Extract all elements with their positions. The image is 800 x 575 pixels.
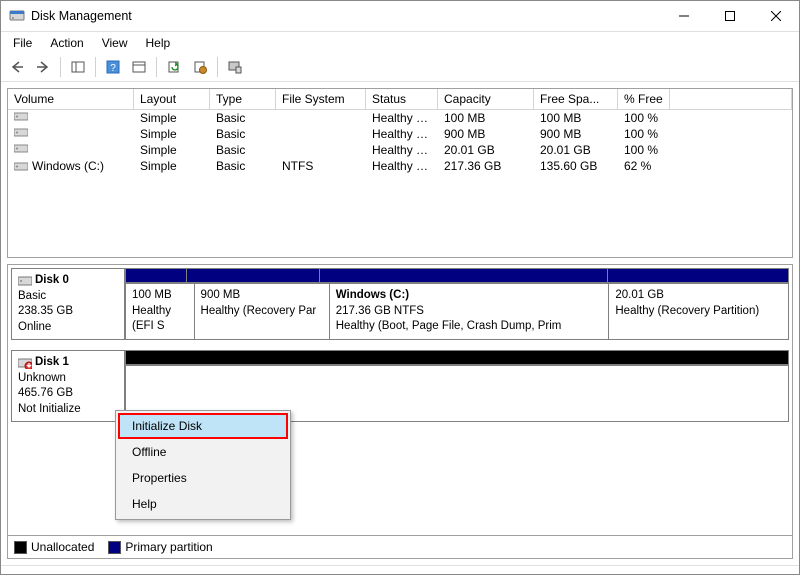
computer-icon (228, 60, 242, 74)
ctx-help[interactable]: Help (118, 491, 288, 517)
menu-view[interactable]: View (94, 34, 136, 52)
menu-file[interactable]: File (5, 34, 40, 52)
disk0-type: Basic (18, 289, 118, 305)
showhide-button[interactable] (66, 55, 90, 79)
disk1-state: Not Initialize (18, 402, 118, 418)
disk-uninit-icon (18, 357, 32, 369)
legend-unallocated: Unallocated (14, 540, 94, 554)
disk-icon (18, 275, 32, 287)
volume-list-header: Volume Layout Type File System Status Ca… (8, 89, 792, 110)
partition-box[interactable]: Windows (C:)217.36 GB NTFSHealthy (Boot,… (330, 283, 610, 340)
close-button[interactable] (753, 1, 799, 31)
partition-box[interactable]: 20.01 GBHealthy (Recovery Partition) (609, 283, 789, 340)
ctx-offline[interactable]: Offline (118, 439, 288, 465)
col-layout[interactable]: Layout (134, 89, 210, 110)
statusbar (1, 565, 799, 574)
minimize-button[interactable] (661, 1, 707, 31)
rescan-icon (193, 60, 207, 74)
col-capacity[interactable]: Capacity (438, 89, 534, 110)
volume-icon: Windows (C:) (14, 159, 104, 173)
disk0-size: 238.35 GB (18, 304, 118, 320)
volume-icon (14, 143, 32, 154)
disk0-name: Disk 0 (35, 273, 69, 289)
context-menu: Initialize Disk Offline Properties Help (115, 410, 291, 520)
volume-list-body[interactable]: SimpleBasicHealthy (E...100 MB100 MB100 … (8, 110, 792, 257)
rescan-button[interactable] (188, 55, 212, 79)
disk-row-0[interactable]: Disk 0 Basic 238.35 GB Online 100 MBHeal… (11, 268, 789, 340)
more-button[interactable] (223, 55, 247, 79)
help-icon: ? (106, 60, 120, 74)
refresh-button[interactable] (162, 55, 186, 79)
window-title: Disk Management (31, 9, 661, 23)
partition-box[interactable]: 100 MBHealthy (EFI S (125, 283, 195, 340)
legend: Unallocated Primary partition (7, 536, 793, 559)
titlebar: Disk Management (1, 1, 799, 32)
partition-box[interactable]: 900 MBHealthy (Recovery Par (195, 283, 330, 340)
table-row[interactable]: Windows (C:)SimpleBasicNTFSHealthy (B...… (8, 158, 792, 176)
table-row[interactable]: SimpleBasicHealthy (R...900 MB900 MB100 … (8, 126, 792, 142)
legend-primary: Primary partition (108, 540, 212, 554)
col-pct[interactable]: % Free (618, 89, 670, 110)
help-button[interactable]: ? (101, 55, 125, 79)
col-fs[interactable]: File System (276, 89, 366, 110)
maximize-icon (725, 11, 735, 21)
pane-icon (71, 61, 85, 73)
volume-icon (14, 111, 32, 122)
back-button[interactable] (5, 55, 29, 79)
disk0-partitions: 100 MBHealthy (EFI S900 MBHealthy (Recov… (125, 268, 789, 340)
minimize-icon (679, 11, 689, 21)
table-row[interactable]: SimpleBasicHealthy (E...100 MB100 MB100 … (8, 110, 792, 126)
col-spacer (670, 89, 792, 110)
properties-icon (132, 61, 146, 73)
disk0-state: Online (18, 320, 118, 336)
arrow-right-icon (36, 61, 50, 73)
app-icon (9, 8, 25, 24)
menubar: File Action View Help (1, 32, 799, 53)
ctx-properties[interactable]: Properties (118, 465, 288, 491)
volume-list-panel: Volume Layout Type File System Status Ca… (7, 88, 793, 258)
disk1-label[interactable]: Disk 1 Unknown 465.76 GB Not Initialize (11, 350, 125, 422)
toolbar: ? (1, 53, 799, 82)
arrow-left-icon (10, 61, 24, 73)
svg-text:?: ? (110, 63, 116, 74)
table-row[interactable]: SimpleBasicHealthy (R...20.01 GB20.01 GB… (8, 142, 792, 158)
disk1-size: 465.76 GB (18, 386, 118, 402)
close-icon (771, 11, 781, 21)
ctx-initialize-disk[interactable]: Initialize Disk (118, 413, 288, 439)
disk-management-window: Disk Management File Action View Help ? (0, 0, 800, 575)
forward-button[interactable] (31, 55, 55, 79)
disk1-type: Unknown (18, 371, 118, 387)
disk1-name: Disk 1 (35, 355, 69, 371)
menu-action[interactable]: Action (42, 34, 91, 52)
maximize-button[interactable] (707, 1, 753, 31)
menu-help[interactable]: Help (138, 34, 179, 52)
col-status[interactable]: Status (366, 89, 438, 110)
refresh-icon (167, 60, 181, 74)
properties-button[interactable] (127, 55, 151, 79)
col-volume[interactable]: Volume (8, 89, 134, 110)
disk0-label[interactable]: Disk 0 Basic 238.35 GB Online (11, 268, 125, 340)
col-type[interactable]: Type (210, 89, 276, 110)
col-free[interactable]: Free Spa... (534, 89, 618, 110)
volume-icon (14, 127, 32, 138)
